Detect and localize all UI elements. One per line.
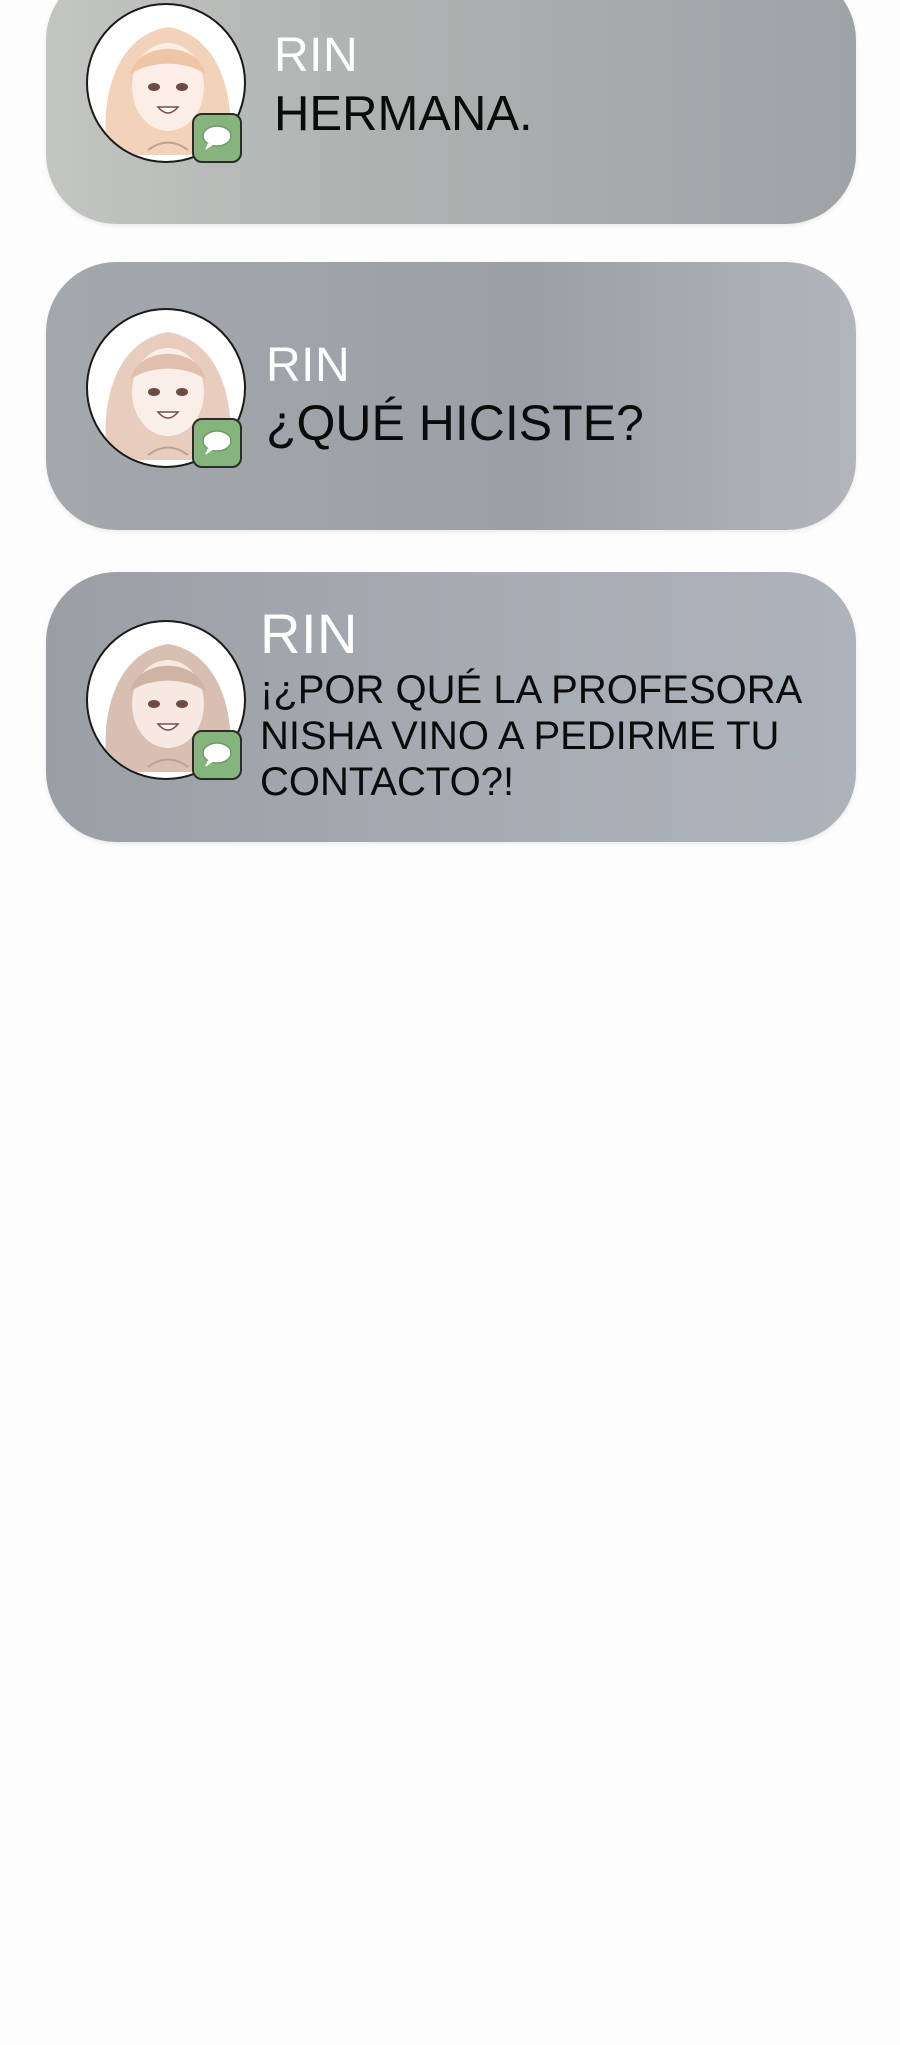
- notification-card[interactable]: RIN ¿QUÉ HICISTE?: [46, 262, 856, 530]
- message-preview: HERMANA.: [274, 87, 533, 141]
- sender-name: RIN: [274, 29, 359, 82]
- avatar-container: [86, 620, 246, 780]
- message-bubble-icon: [192, 113, 242, 163]
- avatar-container: [86, 3, 246, 163]
- message-preview: ¡¿POR QUÉ LA PROFESORA NISHA VINO A PEDI…: [260, 668, 801, 804]
- message-bubble-icon: [192, 730, 242, 780]
- sender-name: RIN: [260, 602, 358, 665]
- notification-card[interactable]: RIN HERMANA.: [46, 0, 856, 224]
- message-preview: ¿QUÉ HICISTE?: [266, 395, 644, 451]
- sender-name: RIN: [266, 339, 351, 392]
- message-bubble-icon: [192, 418, 242, 468]
- notification-card[interactable]: RIN ¡¿POR QUÉ LA PROFESORA NISHA VINO A …: [46, 572, 856, 842]
- avatar-container: [86, 308, 246, 468]
